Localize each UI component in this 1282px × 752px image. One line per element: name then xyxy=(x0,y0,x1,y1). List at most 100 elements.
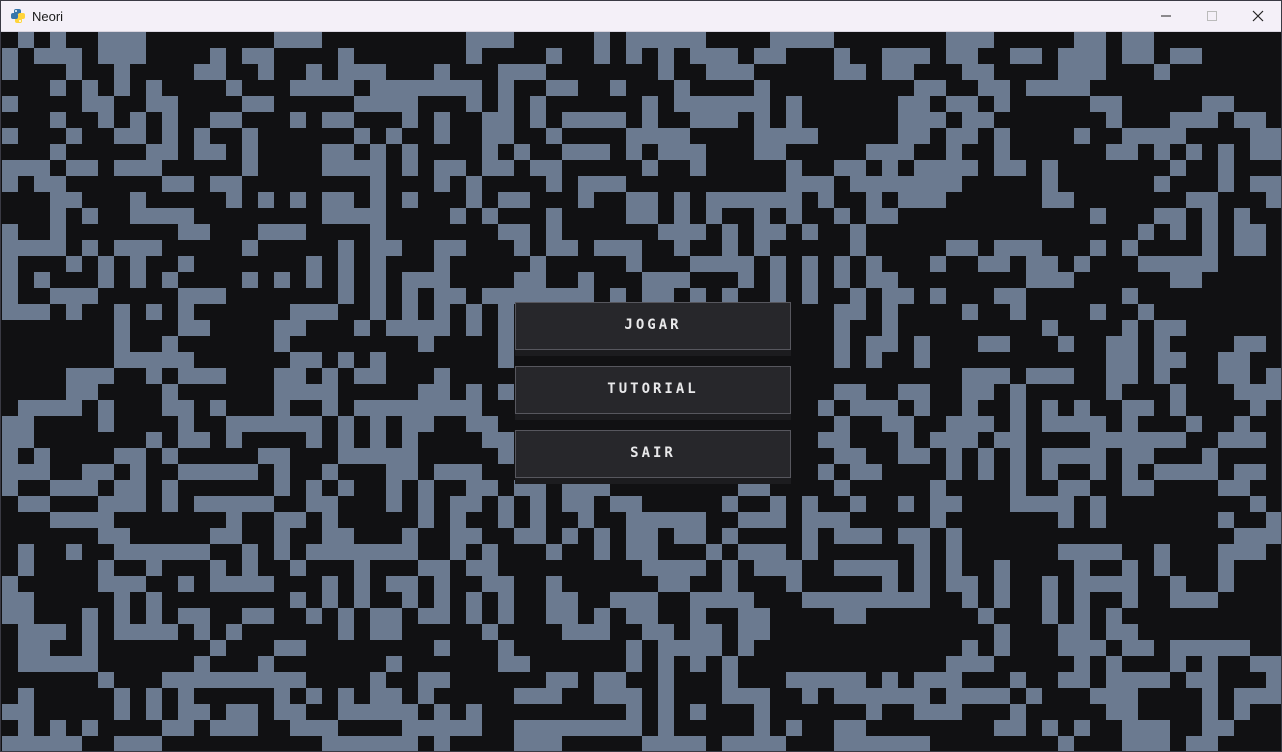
life-cell xyxy=(1042,192,1058,208)
life-cell xyxy=(690,592,706,608)
life-cell xyxy=(386,128,402,144)
life-cell xyxy=(786,160,802,176)
life-cell xyxy=(434,608,450,624)
life-cell xyxy=(274,416,290,432)
life-cell xyxy=(370,704,386,720)
life-cell xyxy=(882,288,898,304)
life-cell xyxy=(498,592,514,608)
life-cell xyxy=(18,496,34,512)
life-cell xyxy=(546,224,562,240)
life-cell xyxy=(802,176,818,192)
life-cell xyxy=(738,592,754,608)
life-cell xyxy=(434,576,450,592)
life-cell xyxy=(1234,336,1250,352)
life-cell xyxy=(354,544,370,560)
life-cell xyxy=(18,704,34,720)
life-cell xyxy=(290,320,306,336)
life-cell xyxy=(626,592,642,608)
life-cell xyxy=(178,688,194,704)
life-cell xyxy=(322,384,338,400)
life-cell xyxy=(370,400,386,416)
life-cell xyxy=(962,240,978,256)
life-cell xyxy=(722,64,738,80)
life-cell xyxy=(914,96,930,112)
life-cell xyxy=(994,720,1010,736)
life-cell xyxy=(1074,656,1090,672)
life-cell xyxy=(834,512,850,528)
life-cell xyxy=(242,48,258,64)
life-cell xyxy=(354,704,370,720)
maximize-button[interactable] xyxy=(1189,1,1235,31)
life-cell xyxy=(674,240,690,256)
tutorial-button[interactable]: TUTORIAL xyxy=(515,366,791,414)
life-cell xyxy=(674,192,690,208)
life-cell xyxy=(786,176,802,192)
life-cell xyxy=(626,144,642,160)
life-cell xyxy=(178,256,194,272)
life-cell xyxy=(18,544,34,560)
life-cell xyxy=(1186,416,1202,432)
life-cell xyxy=(514,144,530,160)
life-cell xyxy=(834,592,850,608)
life-cell xyxy=(130,464,146,480)
life-cell xyxy=(786,208,802,224)
life-cell xyxy=(1042,256,1058,272)
life-cell xyxy=(386,240,402,256)
life-cell xyxy=(434,288,450,304)
life-cell xyxy=(1154,736,1170,751)
life-cell xyxy=(130,48,146,64)
life-cell xyxy=(898,48,914,64)
life-cell xyxy=(946,416,962,432)
quit-button[interactable]: SAIR xyxy=(515,430,791,478)
title-bar[interactable]: Neori xyxy=(1,1,1281,32)
life-cell xyxy=(290,560,306,576)
life-cell xyxy=(434,304,450,320)
life-cell xyxy=(1154,208,1170,224)
life-cell xyxy=(882,144,898,160)
life-cell xyxy=(1234,112,1250,128)
life-cell xyxy=(370,96,386,112)
life-cell xyxy=(2,128,18,144)
life-cell xyxy=(194,144,210,160)
life-cell xyxy=(994,592,1010,608)
life-cell xyxy=(1170,464,1186,480)
life-cell xyxy=(546,592,562,608)
minimize-button[interactable] xyxy=(1143,1,1189,31)
life-cell xyxy=(786,192,802,208)
life-cell xyxy=(130,480,146,496)
life-cell xyxy=(306,32,322,48)
life-cell xyxy=(914,592,930,608)
play-button[interactable]: JOGAR xyxy=(515,302,791,350)
life-cell xyxy=(354,592,370,608)
life-cell xyxy=(562,624,578,640)
life-cell xyxy=(242,720,258,736)
life-cell xyxy=(18,736,34,751)
life-cell xyxy=(1154,144,1170,160)
life-cell xyxy=(1122,368,1138,384)
life-cell xyxy=(946,96,962,112)
life-cell xyxy=(114,624,130,640)
life-cell xyxy=(1106,672,1122,688)
life-cell xyxy=(482,144,498,160)
life-cell xyxy=(930,160,946,176)
life-cell xyxy=(50,512,66,528)
life-cell xyxy=(626,48,642,64)
life-cell xyxy=(34,176,50,192)
life-cell xyxy=(1266,512,1281,528)
life-cell xyxy=(706,64,722,80)
life-cell xyxy=(114,688,130,704)
life-cell xyxy=(130,128,146,144)
life-cell xyxy=(706,544,722,560)
life-cell xyxy=(178,608,194,624)
life-cell xyxy=(1074,448,1090,464)
life-cell xyxy=(626,640,642,656)
life-cell xyxy=(82,640,98,656)
life-cell xyxy=(962,432,978,448)
close-button[interactable] xyxy=(1235,1,1281,31)
life-cell xyxy=(674,80,690,96)
life-cell xyxy=(82,368,98,384)
life-cell xyxy=(1202,112,1218,128)
life-cell xyxy=(978,688,994,704)
life-cell xyxy=(530,272,546,288)
life-cell xyxy=(642,624,658,640)
